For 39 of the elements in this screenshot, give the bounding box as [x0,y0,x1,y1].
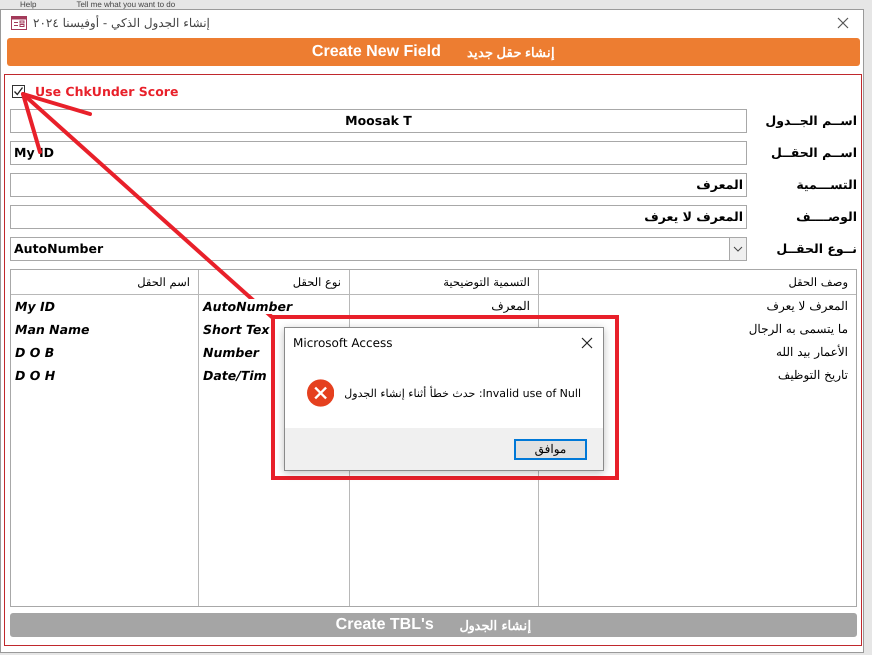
table-cell: Number [203,345,259,360]
table-cell: D O H [15,368,56,383]
input-field[interactable]: Moosak T [10,109,747,133]
table-cell: D O B [15,345,54,360]
table-cell: ما يتسمى به الرجال [748,322,848,336]
checkbox-label: Use ChkUnder Score [35,84,178,98]
column-header: التسمية التوضيحية [349,270,538,294]
table-cell: المعرف لا يعرف [766,299,848,313]
field-label: نــوع الحقــل [775,240,857,258]
table-cell: Man Name [15,322,90,337]
table-cell: Short Tex [203,322,270,337]
chevron-icon[interactable] [729,238,746,260]
input-field[interactable]: المعرف لا يعرف [10,205,747,229]
table-cell: My ID [15,299,55,314]
table-cell: المعرف [491,299,530,313]
column-header: اسم الحقل [136,274,191,291]
close-icon[interactable] [837,17,849,29]
search-hint[interactable]: Tell me what you want to do [76,0,176,9]
type-dropdown[interactable]: AutoNumber [10,237,747,261]
input-field[interactable]: المعرف [10,173,747,197]
menu-item[interactable]: Help [20,0,36,9]
checkbox[interactable] [12,84,25,98]
close-icon[interactable] [581,337,593,349]
field-label: الوصــــف [795,208,857,226]
table-cell: Date/Tim [203,368,267,383]
ok-button[interactable]: موافق [514,438,587,460]
dialog-title: Microsoft Access [293,336,393,350]
error-icon [307,378,334,408]
field-label: اســم الجــدول [764,112,857,130]
error-message: حدث خطأ أثناء إنشاء الجدول :Invalid use of Null [344,386,581,400]
window-title: إنشاء الجدول الذكي - أوفيسنا ٢٠٢٤ [33,16,210,30]
field-label: التســـمية [795,176,857,194]
column-header: نوع الحقل [198,270,349,294]
table-cell: الأعمار بيد الله [776,345,848,359]
form-icon [11,16,27,30]
table-cell: AutoNumber [203,299,292,314]
field-label: اســم الحقــل [770,144,857,162]
table-cell: تاريخ التوظيف [778,368,848,382]
column-header: وصف الحقل [538,270,856,294]
